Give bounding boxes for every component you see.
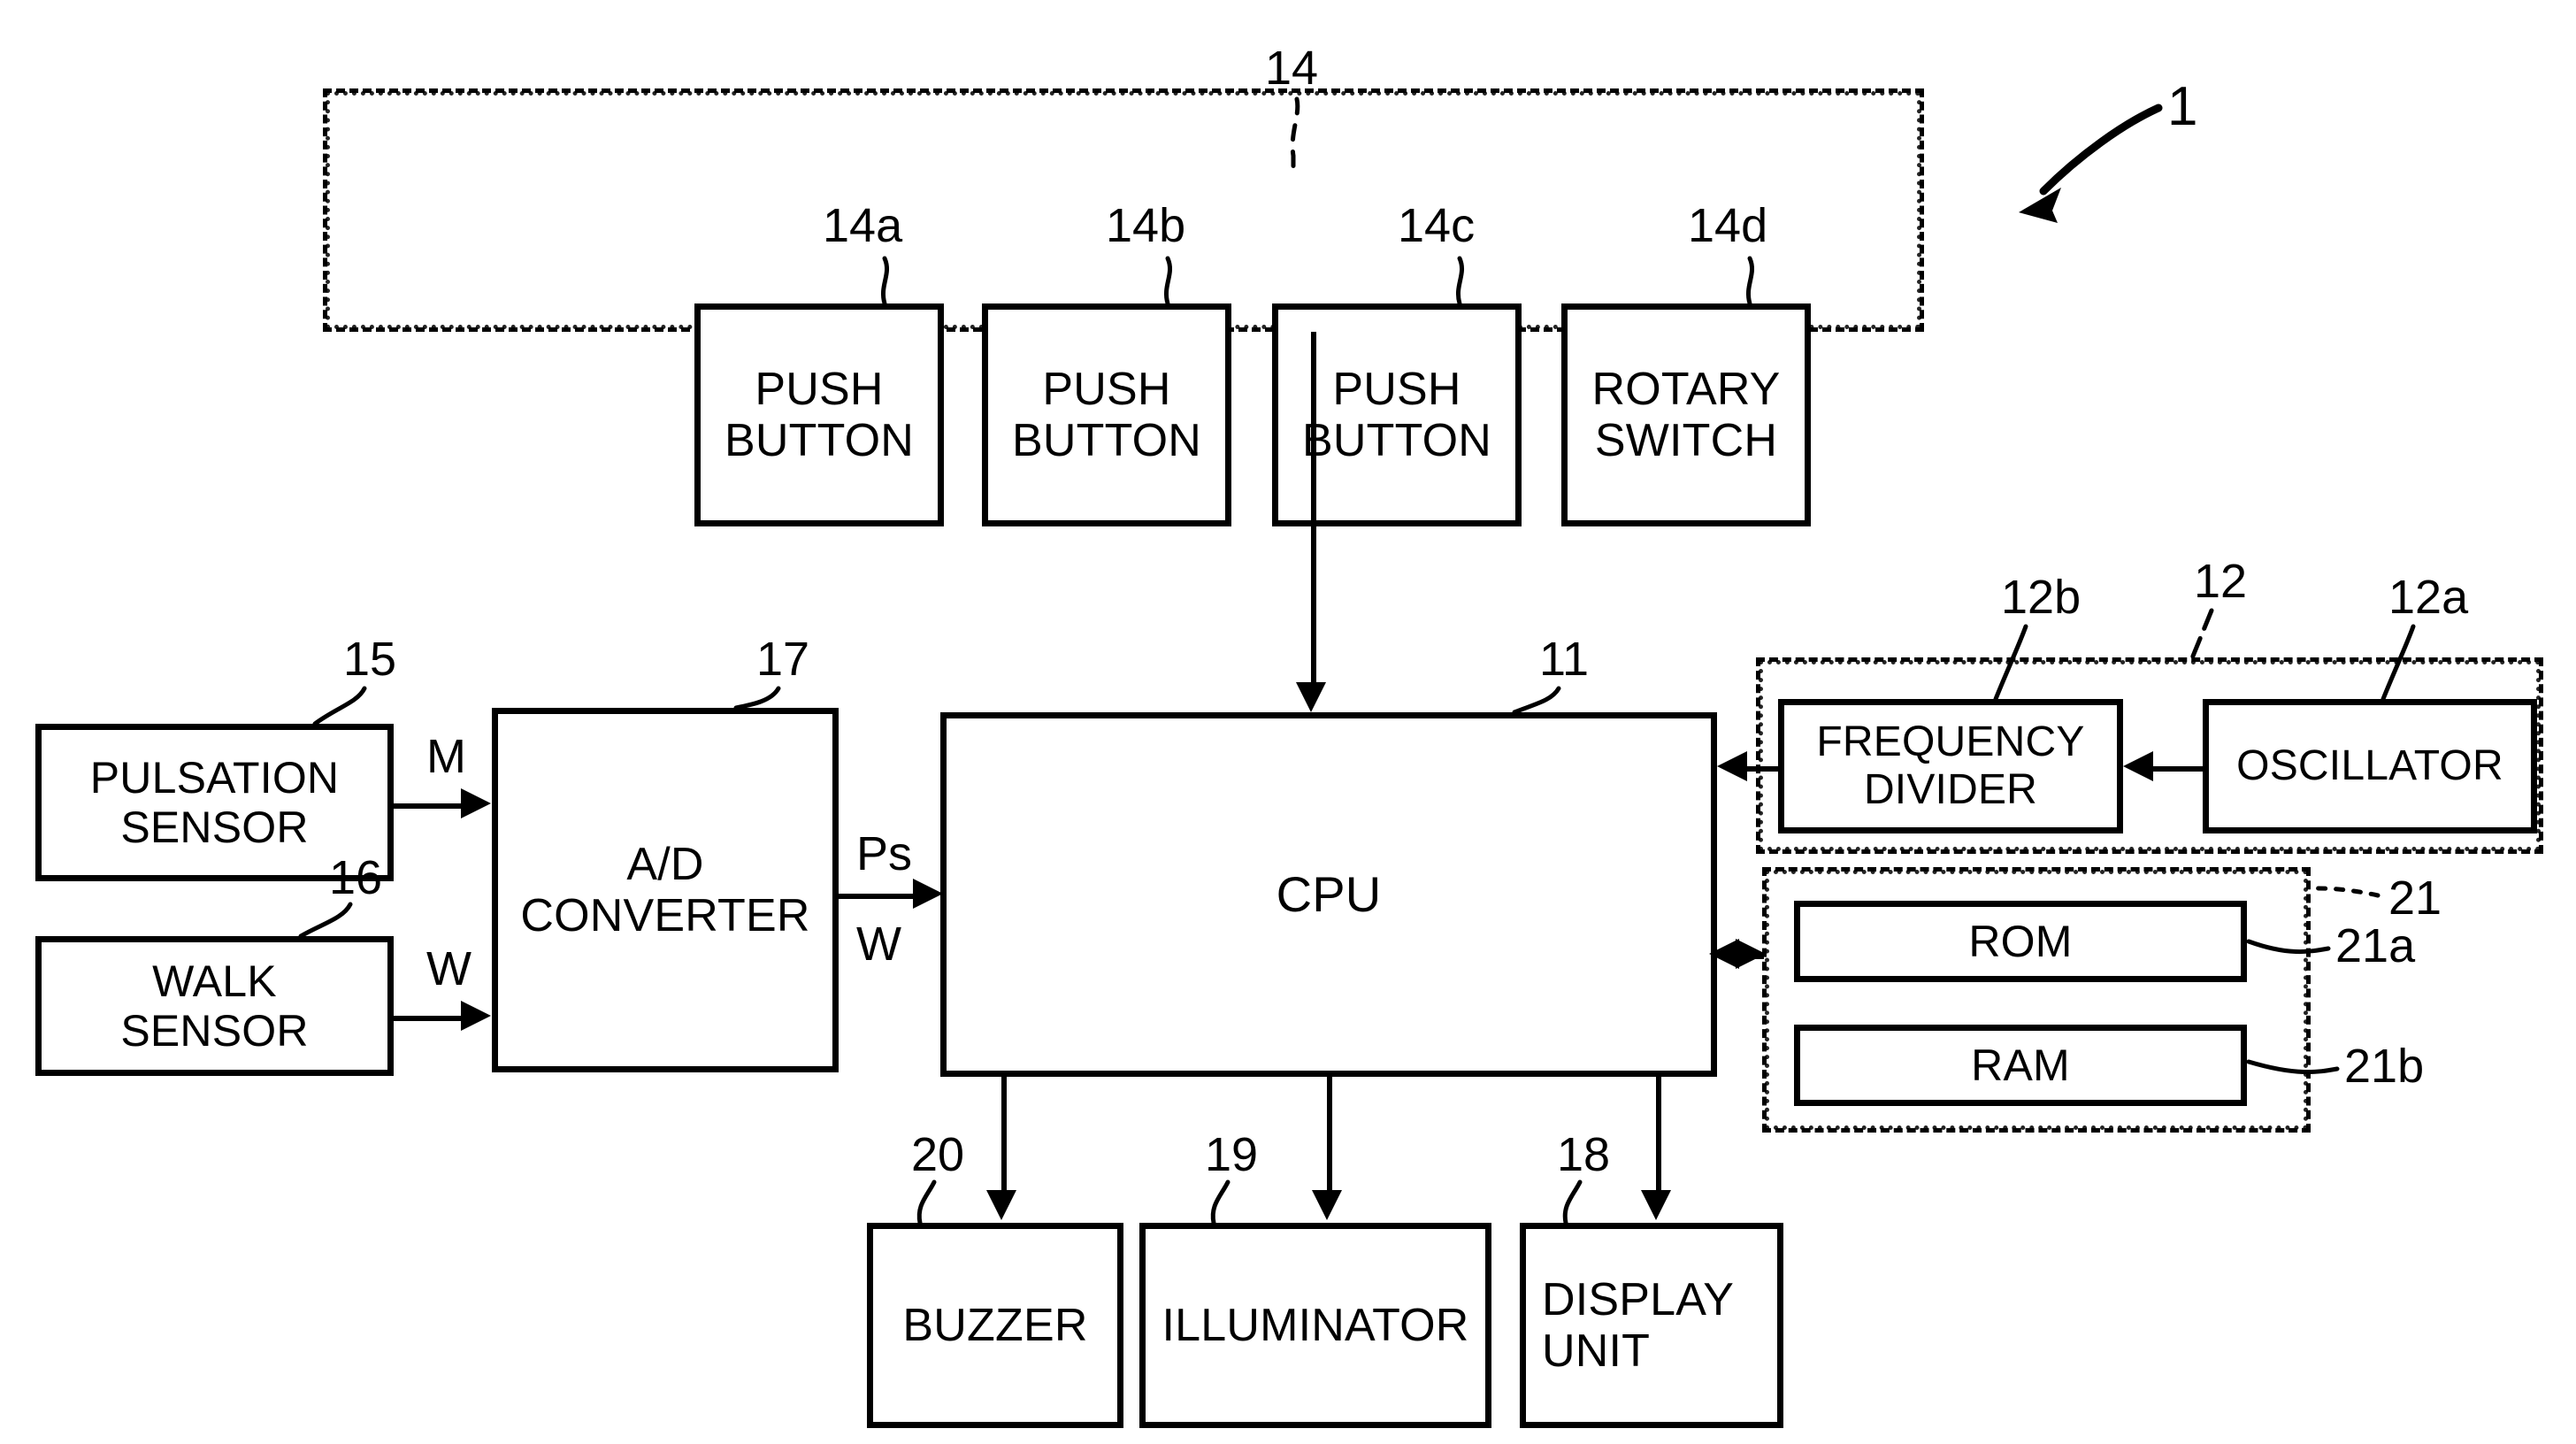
illuminator-label: ILLUMINATOR <box>1162 1299 1469 1351</box>
arrow-cpu-to-memory <box>1736 939 1766 969</box>
walk-sensor-label: WALK SENSOR <box>120 956 309 1056</box>
ref-21: 21 <box>2388 872 2442 925</box>
arrow-inputgroup-to-cpu <box>1296 682 1326 712</box>
oscillator-label: OSCILLATOR <box>2236 742 2503 790</box>
signal-W-sensor-label: W <box>426 942 472 995</box>
signal-M-label: M <box>426 730 466 783</box>
ref-14c: 14c <box>1398 199 1476 252</box>
signal-Ps-label: Ps <box>856 827 913 880</box>
ref-14b: 14b <box>1106 199 1186 252</box>
push-button-14a-label: PUSH BUTTON <box>724 363 915 466</box>
rom-label: ROM <box>1968 917 2073 966</box>
arrow-osc-to-divider <box>2123 751 2153 781</box>
ref-12b: 12b <box>2001 571 2082 624</box>
connector-walk-to-adc <box>394 1016 463 1021</box>
arrow-cpu-to-display <box>1641 1190 1671 1220</box>
ref-1-system: 1 <box>2167 76 2198 137</box>
connector-osc-to-divider <box>2153 766 2204 772</box>
display-unit-block: DISPLAY UNIT <box>1520 1223 1783 1428</box>
push-button-14b-label: PUSH BUTTON <box>1011 363 1202 466</box>
ref-11: 11 <box>1539 633 1590 686</box>
arrow-adc-to-cpu <box>913 879 943 909</box>
connector-cpu-to-buzzer <box>1001 1077 1007 1192</box>
arrow-divider-to-cpu <box>1717 751 1747 781</box>
ref-15: 15 <box>343 633 397 686</box>
ad-converter-label: A/D CONVERTER <box>520 838 810 941</box>
rotary-switch-14d[interactable]: ROTARY SWITCH <box>1561 303 1811 526</box>
system-ref-arrow <box>2019 104 2163 223</box>
ref-21a: 21a <box>2335 919 2416 972</box>
frequency-divider-block: FREQUENCY DIVIDER <box>1778 699 2123 833</box>
rom-block: ROM <box>1794 901 2247 982</box>
ref-12: 12 <box>2194 555 2248 608</box>
display-unit-label: DISPLAY UNIT <box>1542 1273 1735 1377</box>
ref-16: 16 <box>329 851 383 904</box>
ram-block: RAM <box>1794 1025 2247 1106</box>
ref-20: 20 <box>911 1128 965 1181</box>
connector-cpu-to-display <box>1656 1077 1661 1192</box>
cpu-block: CPU <box>940 712 1717 1077</box>
push-button-14b[interactable]: PUSH BUTTON <box>982 303 1231 526</box>
connector-adc-to-cpu <box>839 894 916 899</box>
illuminator-block: ILLUMINATOR <box>1139 1223 1491 1428</box>
walk-sensor-block: WALK SENSOR <box>35 936 394 1076</box>
pulsation-sensor-label: PULSATION SENSOR <box>89 753 340 852</box>
ref-14: 14 <box>1265 42 1319 95</box>
frequency-divider-label: FREQUENCY DIVIDER <box>1816 718 2085 813</box>
push-button-14a[interactable]: PUSH BUTTON <box>694 303 944 526</box>
arrow-memory-to-cpu <box>1709 939 1739 969</box>
connector-divider-to-cpu <box>1747 766 1781 772</box>
ref-14d: 14d <box>1688 199 1768 252</box>
ref-17: 17 <box>756 633 810 686</box>
buzzer-label: BUZZER <box>902 1299 1088 1351</box>
ref-21b: 21b <box>2344 1040 2425 1093</box>
ref-14a: 14a <box>823 199 903 252</box>
push-button-14c-label: PUSH BUTTON <box>1301 363 1492 466</box>
connector-pulsation-to-adc <box>394 803 463 809</box>
arrow-pulsation-to-adc <box>461 788 491 818</box>
ref-19: 19 <box>1205 1128 1259 1181</box>
oscillator-block: OSCILLATOR <box>2203 699 2537 833</box>
ram-label: RAM <box>1971 1041 2070 1090</box>
connector-inputgroup-to-cpu <box>1311 332 1316 684</box>
patent-figure-canvas: 14 PUSH BUTTON 14a PUSH BUTTON 14b PUSH … <box>0 0 2576 1444</box>
arrow-cpu-to-illuminator <box>1312 1190 1342 1220</box>
cpu-label: CPU <box>1276 865 1382 922</box>
push-button-14c[interactable]: PUSH BUTTON <box>1272 303 1522 526</box>
arrow-cpu-to-buzzer <box>986 1190 1016 1220</box>
ref-18: 18 <box>1557 1128 1611 1181</box>
rotary-switch-14d-label: ROTARY SWITCH <box>1591 363 1781 466</box>
ref-12a: 12a <box>2388 571 2469 624</box>
signal-W-adc-label: W <box>856 918 901 971</box>
connector-cpu-to-illuminator <box>1327 1077 1332 1192</box>
ad-converter-block: A/D CONVERTER <box>492 708 839 1072</box>
buzzer-block: BUZZER <box>867 1223 1123 1428</box>
arrow-walk-to-adc <box>461 1001 491 1031</box>
